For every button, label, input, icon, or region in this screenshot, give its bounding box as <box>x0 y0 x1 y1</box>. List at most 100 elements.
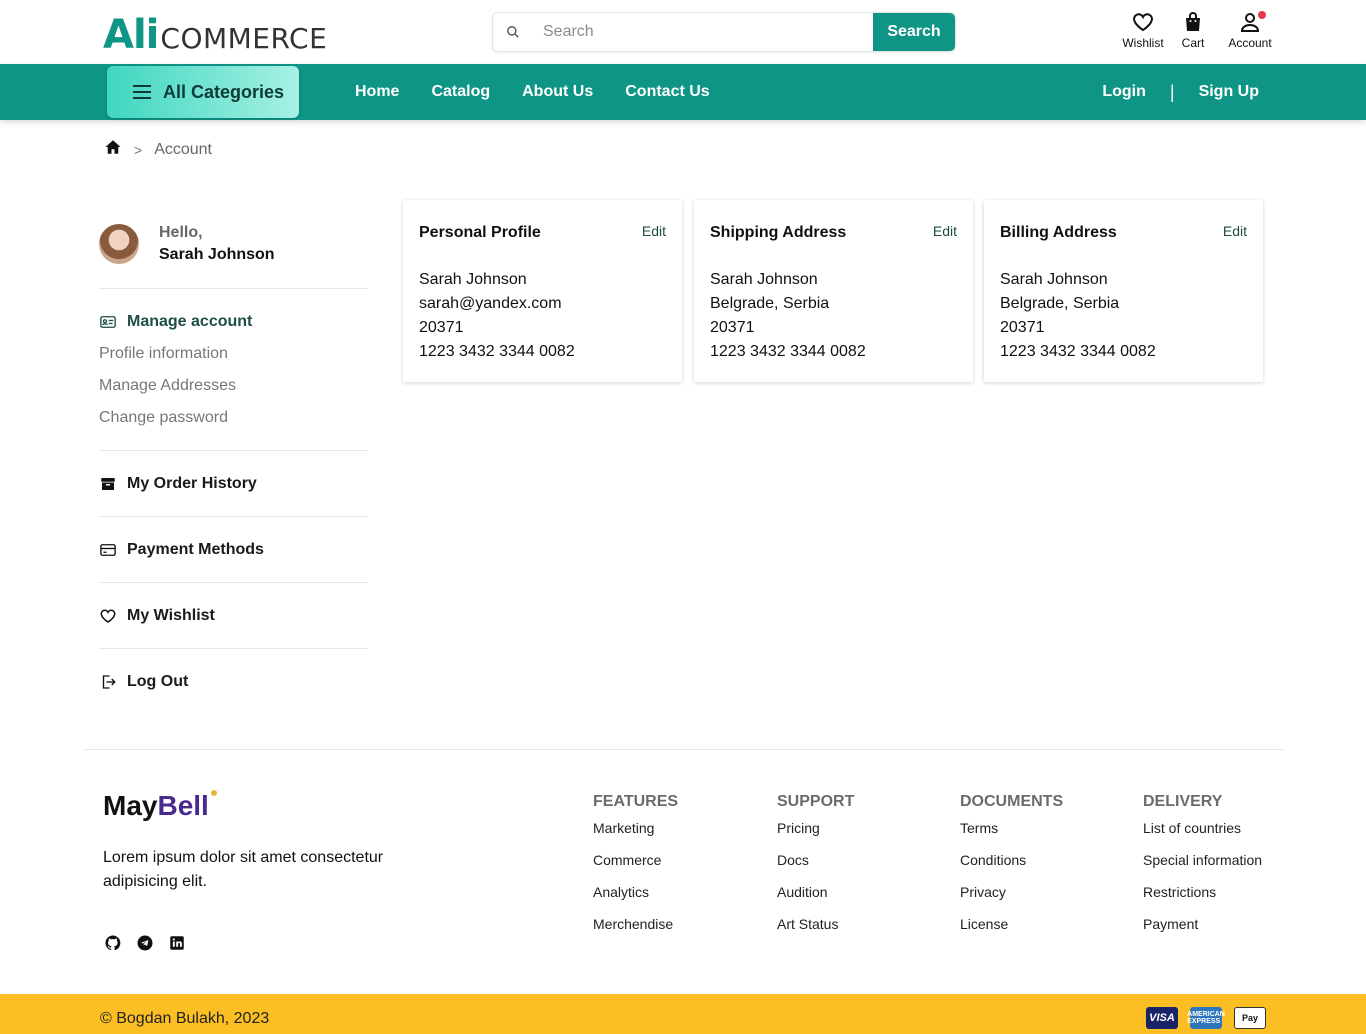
credit-card-icon <box>100 543 116 556</box>
card-title: Shipping Address <box>710 224 847 241</box>
account-button[interactable]: Account <box>1220 10 1280 50</box>
edit-personal-profile-button[interactable]: Edit <box>642 223 666 239</box>
profile-name: Sarah Johnson <box>419 271 527 288</box>
cart-button[interactable]: Cart <box>1168 10 1218 50</box>
footer-link[interactable]: Special information <box>1143 853 1262 885</box>
shipping-phone: 1223 3432 3344 0082 <box>710 343 866 360</box>
logout-icon <box>102 674 116 689</box>
top-header: Ali COMMERCE Search Wishlist Cart Accoun… <box>0 0 1366 64</box>
footer-link[interactable]: Marketing <box>593 821 678 853</box>
shipping-address-card: Shipping Address Edit Sarah Johnson Belg… <box>694 200 973 382</box>
card-title: Personal Profile <box>419 224 541 241</box>
log-out-label: Log Out <box>127 672 189 690</box>
footer-link[interactable]: Pricing <box>777 821 854 853</box>
profile-information-link[interactable]: Profile information <box>99 345 367 363</box>
profile-zip: 20371 <box>419 319 464 336</box>
footer-link[interactable]: Privacy <box>960 885 1063 917</box>
site-logo[interactable]: Ali COMMERCE <box>103 12 328 58</box>
footer-link[interactable]: Conditions <box>960 853 1063 885</box>
manage-addresses-link[interactable]: Manage Addresses <box>99 377 367 395</box>
telegram-icon[interactable] <box>136 934 154 952</box>
profile-email: sarah@yandex.com <box>419 295 562 312</box>
home-icon[interactable] <box>104 138 122 161</box>
copyright-bar: © Bogdan Bulakh, 2023 VISA AMERICAN EXPR… <box>0 994 1366 1034</box>
billing-phone: 1223 3432 3344 0082 <box>1000 343 1156 360</box>
footer-link[interactable]: Docs <box>777 853 854 885</box>
footer-brand[interactable]: MayBell <box>103 790 217 822</box>
brand-dot <box>210 790 217 796</box>
apple-pay-icon: Pay <box>1234 1007 1266 1029</box>
footer-divider <box>84 749 1284 750</box>
footer-link[interactable]: Restrictions <box>1143 885 1262 917</box>
edit-billing-address-button[interactable]: Edit <box>1223 223 1247 239</box>
nav-catalog[interactable]: Catalog <box>431 83 490 101</box>
footer-link[interactable]: Art Status <box>777 917 854 949</box>
breadcrumb-separator: > <box>134 141 143 158</box>
nav-contact-us[interactable]: Contact Us <box>625 83 709 101</box>
footer-link[interactable]: Audition <box>777 885 854 917</box>
search-input[interactable] <box>533 13 873 51</box>
all-categories-label: All Categories <box>163 81 285 102</box>
billing-name: Sarah Johnson <box>1000 271 1108 288</box>
payment-methods-label: Payment Methods <box>127 540 264 558</box>
auth-separator: | <box>1169 81 1175 102</box>
footer-link[interactable]: List of countries <box>1143 821 1262 853</box>
footer-link[interactable]: Payment <box>1143 917 1262 949</box>
header-icons: Wishlist Cart Account <box>1118 10 1280 50</box>
footer-link[interactable]: Terms <box>960 821 1063 853</box>
login-link[interactable]: Login <box>1102 83 1146 101</box>
github-icon[interactable] <box>104 934 122 952</box>
payment-logos: VISA AMERICAN EXPRESS Pay <box>1146 1007 1266 1029</box>
notification-badge <box>1258 11 1266 19</box>
shipping-zip: 20371 <box>710 319 755 336</box>
bag-icon <box>1186 12 1200 31</box>
nav-about-us[interactable]: About Us <box>522 83 593 101</box>
log-out-link[interactable]: Log Out <box>99 649 367 714</box>
order-history-link[interactable]: My Order History <box>99 451 367 516</box>
main-navbar: All Categories Home Catalog About Us Con… <box>0 64 1366 120</box>
account-sidebar: Hello, Sarah Johnson Manage account Prof… <box>99 220 367 714</box>
brand-bell: Bell <box>157 790 209 821</box>
footer-link[interactable]: Analytics <box>593 885 678 917</box>
nav-home[interactable]: Home <box>355 83 399 101</box>
account-label: Account <box>1228 36 1272 50</box>
all-categories-button[interactable]: All Categories <box>107 66 299 118</box>
signup-link[interactable]: Sign Up <box>1199 83 1259 101</box>
payment-methods-link[interactable]: Payment Methods <box>99 517 367 582</box>
shipping-city: Belgrade, Serbia <box>710 295 830 312</box>
cart-label: Cart <box>1181 36 1205 50</box>
footer-link[interactable]: License <box>960 917 1063 949</box>
billing-address-card: Billing Address Edit Sarah Johnson Belgr… <box>984 200 1263 382</box>
user-name: Sarah Johnson <box>159 246 275 263</box>
edit-shipping-address-button[interactable]: Edit <box>933 223 957 239</box>
id-card-icon <box>100 316 116 328</box>
footer-link[interactable]: Merchendise <box>593 917 678 949</box>
user-greeting: Hello, Sarah Johnson <box>99 220 367 268</box>
footer-column-delivery: DELIVERY List of countries Special infor… <box>1143 793 1262 949</box>
search-bar: Search <box>492 12 956 52</box>
menu-icon <box>133 81 151 103</box>
card-title: Billing Address <box>1000 224 1117 241</box>
heart-icon <box>1133 13 1153 32</box>
manage-account-link[interactable]: Manage account <box>99 313 367 331</box>
greeting-text: Hello, <box>159 224 203 241</box>
breadcrumb: > Account <box>104 138 212 161</box>
profile-phone: 1223 3432 3344 0082 <box>419 343 575 360</box>
footer-column-title: FEATURES <box>593 793 679 810</box>
footer-column-title: DOCUMENTS <box>960 793 1064 810</box>
footer-description: Lorem ipsum dolor sit amet consectetur a… <box>103 849 384 890</box>
billing-zip: 20371 <box>1000 319 1045 336</box>
footer-column-documents: DOCUMENTS Terms Conditions Privacy Licen… <box>960 793 1063 949</box>
linkedin-icon[interactable] <box>168 934 186 952</box>
logo-commerce: COMMERCE <box>160 22 328 55</box>
my-wishlist-link[interactable]: My Wishlist <box>99 583 367 648</box>
change-password-link[interactable]: Change password <box>99 409 367 427</box>
search-icon <box>493 13 533 51</box>
wishlist-button[interactable]: Wishlist <box>1118 10 1168 50</box>
footer-column-support: SUPPORT Pricing Docs Audition Art Status <box>777 793 854 949</box>
divider <box>99 288 367 289</box>
search-button[interactable]: Search <box>873 13 955 51</box>
footer-link[interactable]: Commerce <box>593 853 678 885</box>
billing-city: Belgrade, Serbia <box>1000 295 1120 312</box>
auth-links: Login | Sign Up <box>1102 64 1259 120</box>
